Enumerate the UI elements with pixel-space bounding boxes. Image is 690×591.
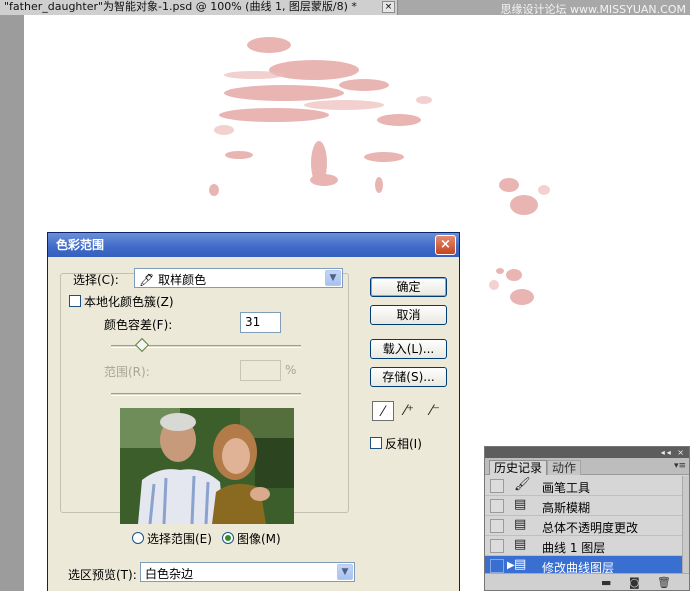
dialog-title: 色彩范围 bbox=[56, 238, 105, 252]
select-label: 选择(C): bbox=[73, 273, 119, 287]
photo-thumbnail bbox=[120, 408, 294, 524]
snapshot-checkbox[interactable] bbox=[490, 539, 504, 553]
panel-menu-icon[interactable]: ▾≡ bbox=[674, 461, 686, 471]
history-state-icon: ▤ bbox=[514, 537, 527, 552]
document-close-icon[interactable]: × bbox=[382, 1, 395, 13]
history-state-icon: ▤ bbox=[514, 517, 527, 532]
ok-button[interactable]: 确定 bbox=[370, 277, 447, 297]
history-item[interactable]: ▤ 高斯模糊 bbox=[485, 496, 683, 516]
history-item[interactable]: ▤ 总体不透明度更改 bbox=[485, 516, 683, 536]
selection-radio[interactable] bbox=[132, 532, 144, 544]
load-button[interactable]: 载入(L)... bbox=[370, 339, 447, 359]
history-item-label: 画笔工具 bbox=[542, 481, 591, 495]
fuzziness-label: 颜色容差(F): bbox=[104, 318, 173, 332]
history-item[interactable]: ▤ 曲线 1 图层 bbox=[485, 536, 683, 556]
fuzziness-input[interactable]: 31 bbox=[240, 312, 281, 333]
eyedropper-icon[interactable]: ⁄ bbox=[372, 401, 394, 421]
range-label: 范围(R): bbox=[104, 365, 150, 379]
localized-clusters-label: 本地化颜色簇(Z) bbox=[84, 295, 174, 309]
range-input[interactable] bbox=[240, 360, 281, 381]
tab-actions[interactable]: 动作 bbox=[547, 460, 582, 475]
tab-bar-strip: 思缘设计论坛 www.MISSYUAN.COM bbox=[398, 0, 690, 16]
eyedropper-plus-icon[interactable]: ⁄⁺ bbox=[398, 401, 420, 421]
invert-checkbox[interactable] bbox=[370, 437, 382, 449]
color-range-dialog: 色彩范围 × 选择(C): 🖊 取样颜色 ▼ 本地化颜色簇(Z) 颜色容差(F)… bbox=[47, 232, 460, 591]
save-button[interactable]: 存储(S)... bbox=[370, 367, 447, 387]
cancel-button[interactable]: 取消 bbox=[370, 305, 447, 325]
localized-clusters-checkbox[interactable] bbox=[69, 295, 81, 307]
chevron-down-icon: ▼ bbox=[325, 270, 341, 286]
image-radio-label: 图像(M) bbox=[237, 532, 281, 546]
document-title: "father_daughter"为智能对象-1.psd @ 100% (曲线 … bbox=[4, 0, 357, 13]
eyedropper-minus-icon[interactable]: ⁄⁻ bbox=[424, 401, 446, 421]
selection-preview-value: 白色杂边 bbox=[145, 567, 194, 581]
select-dropdown[interactable]: 🖊 取样颜色 ▼ bbox=[134, 268, 343, 288]
invert-label: 反相(I) bbox=[385, 437, 422, 451]
snapshot-checkbox[interactable] bbox=[490, 499, 504, 513]
range-unit: % bbox=[285, 363, 297, 377]
document-tab[interactable]: "father_daughter"为智能对象-1.psd @ 100% (曲线 … bbox=[0, 0, 398, 15]
snapshot-checkbox[interactable] bbox=[490, 519, 504, 533]
chevron-down-icon: ▼ bbox=[337, 564, 353, 580]
select-value: 取样颜色 bbox=[158, 273, 207, 287]
snapshot-checkbox[interactable] bbox=[490, 479, 504, 493]
eyedropper-icon: 🖊 bbox=[139, 273, 155, 287]
preview-image bbox=[120, 408, 294, 524]
snapshot-camera-icon[interactable]: ◙ bbox=[629, 576, 640, 589]
range-slider-track[interactable] bbox=[111, 393, 301, 396]
selection-preview-label: 选区预览(T): bbox=[68, 568, 137, 582]
new-document-icon[interactable]: ▬ bbox=[601, 576, 611, 589]
history-item-label: 曲线 1 图层 bbox=[542, 541, 606, 555]
trash-icon[interactable]: 🗑 bbox=[657, 576, 671, 589]
history-state-icon: ▤ bbox=[514, 497, 527, 512]
image-radio[interactable] bbox=[222, 532, 234, 544]
panel-header[interactable]: ◂◂ × bbox=[485, 447, 689, 458]
scrollbar[interactable] bbox=[682, 476, 689, 574]
panel-footer: ▬ ◙ 🗑 bbox=[485, 573, 689, 590]
brush-icon: 🖌 bbox=[514, 477, 531, 492]
dialog-close-icon[interactable]: × bbox=[435, 235, 456, 255]
history-item[interactable]: 🖌 画笔工具 bbox=[485, 476, 683, 496]
collapse-icon[interactable]: ◂◂ × bbox=[661, 447, 686, 458]
history-item-label: 高斯模糊 bbox=[542, 501, 591, 515]
history-state-icon: ▤ bbox=[514, 557, 527, 572]
selection-radio-label: 选择范围(E) bbox=[147, 532, 212, 546]
snapshot-checkbox[interactable] bbox=[490, 559, 504, 573]
history-item-label: 总体不透明度更改 bbox=[542, 521, 639, 535]
selection-preview-dropdown[interactable]: 白色杂边 ▼ bbox=[140, 562, 355, 582]
history-panel: ◂◂ × 历史记录 动作 ▾≡ 🖌 画笔工具 ▤ 高斯模糊 ▤ 总体不透明度更改… bbox=[484, 446, 690, 591]
dialog-title-bar[interactable]: 色彩范围 × bbox=[48, 233, 459, 257]
tab-history[interactable]: 历史记录 bbox=[489, 460, 548, 475]
panel-tabs: 历史记录 动作 ▾≡ bbox=[485, 458, 689, 475]
